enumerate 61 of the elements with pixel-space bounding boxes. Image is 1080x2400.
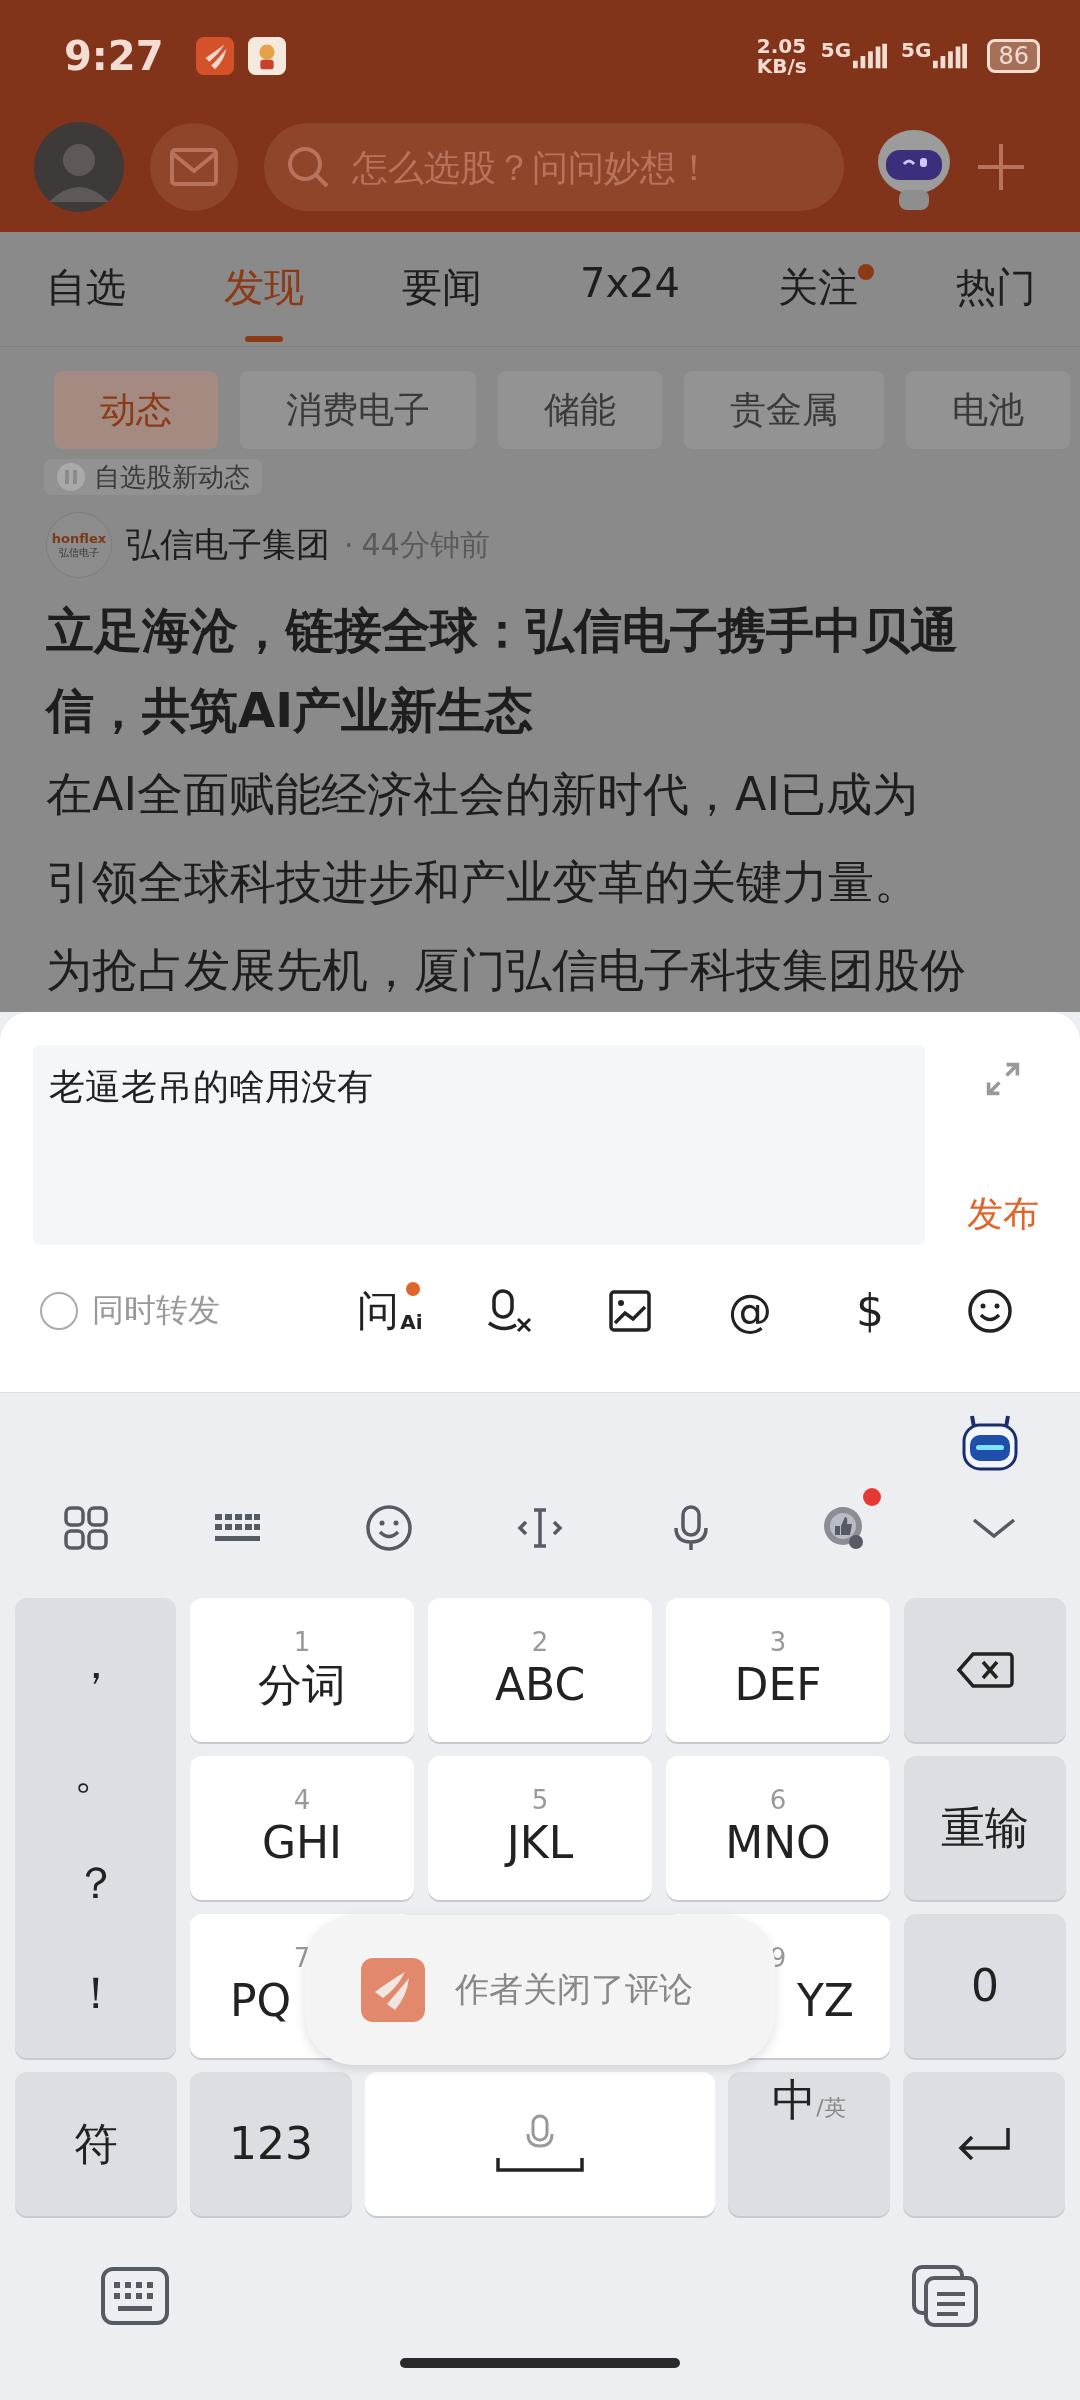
punctuation-key[interactable]: ， [43,1633,148,1693]
separator-dot: · [344,527,354,563]
robot-icon[interactable] [960,1413,1020,1473]
backspace-icon [955,1650,1015,1690]
tag-icon [56,462,86,492]
signal-icon [933,43,968,69]
comment-input[interactable]: 老逼老吊的啥用没有 [33,1045,925,1245]
function-key[interactable]: 0 [904,1914,1066,2058]
status-time: 9:27 [64,33,164,79]
language-switch-key[interactable]: 中/英 [728,2072,890,2216]
network-speed: 2.05 KB/s [756,36,807,76]
category-chip[interactable]: 储能 [498,371,662,449]
letter-key[interactable]: 2 ABC [428,1598,652,1742]
tab[interactable]: 7x24 [579,260,680,306]
category-chip[interactable]: 消费电子 [240,371,476,449]
category-chip[interactable]: 贵金属 [684,371,884,449]
function-key[interactable]: 符 [15,2072,177,2216]
letter-key[interactable]: 4 GHI [190,1756,414,1900]
category-chip[interactable]: 电池 [906,371,1070,449]
keyboard-icon[interactable] [100,2264,170,2328]
article-title[interactable]: 立足海沧，链接全球：弘信电子携手中贝通信，共筑AI产业新生态 [0,578,1080,750]
punctuation-key[interactable]: ？ [43,1853,148,1913]
battery-indicator: 86 [987,39,1040,73]
letter-key[interactable]: 6 MNO [666,1756,890,1900]
apps-grid-icon[interactable] [61,1504,110,1552]
tag-label: 自选股新动态 [94,460,250,494]
punctuation-key[interactable]: 。 [43,1743,148,1803]
network-type: 5G [820,38,852,62]
signal-icon [853,43,888,69]
article-text: 在AI全面赋能经济社会的新时代，AI已成为 [45,766,920,823]
toolbar-symbol-button[interactable]: @ [728,1285,772,1336]
search-icon [286,145,330,189]
expand-icon[interactable] [984,1061,1021,1097]
punctuation-key[interactable]: ！ [43,1963,148,2023]
article-text: 为抢占发展先机，厦门弘信电子科技集团股份 [45,942,967,999]
clipboard-icon[interactable] [910,2264,980,2328]
network-type: 5G [901,38,932,62]
letter-key[interactable]: 1 分词 [190,1598,414,1742]
tab-indicator [245,336,283,342]
app-icon [361,1958,425,2022]
emoji-icon[interactable] [966,1286,1014,1335]
tab[interactable]: 自选 [46,260,126,315]
ask-ai-button[interactable]: 问 Ai [357,1287,423,1334]
source-name[interactable]: 弘信电子集团 [126,522,330,568]
toolbar-symbol-button[interactable]: $ [856,1285,884,1336]
tab[interactable]: 热门 [955,260,1036,315]
tab[interactable]: 关注 [777,260,858,315]
function-key[interactable]: 123 [190,2072,352,2216]
letter-key[interactable]: 5 JKL [428,1756,652,1900]
mail-icon [169,147,219,187]
article-text: 引领全球科技进步和产业变革的关键力量。 [45,854,921,911]
function-key[interactable]: 重输 [904,1756,1066,1900]
voice-to-text-icon[interactable] [486,1286,534,1335]
tab[interactable]: 要闻 [401,260,482,315]
source-logo[interactable]: honflex 弘信电子 [46,512,112,578]
backspace-key[interactable] [904,1598,1066,1742]
cartoon-app-icon [247,37,286,75]
letter-key[interactable]: 3 DEF [666,1598,890,1742]
app-notification-icon [195,37,234,75]
emoji-icon[interactable] [364,1504,413,1552]
space-voice-icon [495,2114,585,2174]
